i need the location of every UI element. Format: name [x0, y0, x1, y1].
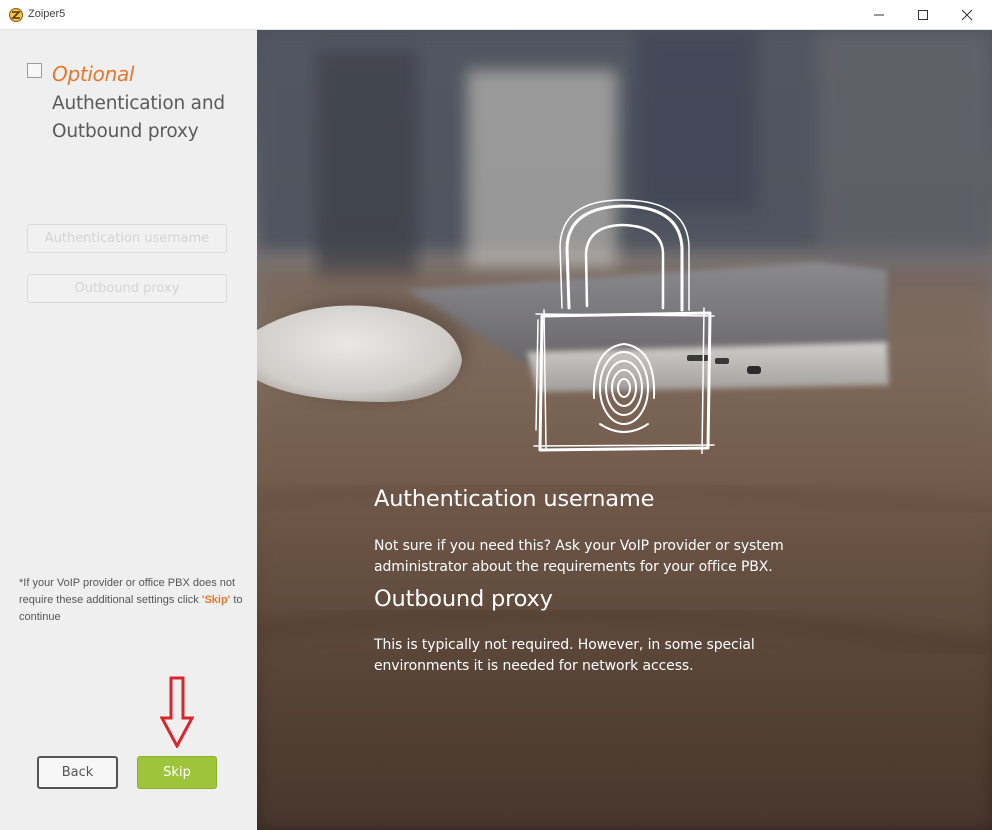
back-button[interactable]: Back: [37, 756, 118, 789]
minimize-icon: [874, 14, 884, 15]
skip-button[interactable]: Skip: [137, 756, 217, 789]
step-title: Authentication and Outbound proxy: [52, 93, 225, 142]
red-down-arrow-icon: [160, 676, 194, 748]
auth-username-description: Not sure if you need this? Ask your VoIP…: [374, 538, 784, 575]
skip-hint-text: *If your VoIP provider or office PBX doe…: [19, 575, 244, 626]
window-title: Zoiper5: [28, 8, 66, 20]
wizard-sidebar: Optional Authentication and Outbound pro…: [0, 30, 257, 830]
info-panel: Authentication username Not sure if you …: [257, 30, 992, 830]
close-button[interactable]: [944, 0, 990, 29]
minimize-button[interactable]: [856, 0, 902, 29]
outbound-proxy-input[interactable]: [27, 274, 227, 303]
window-titlebar: Zoiper5: [0, 0, 992, 30]
close-icon: [961, 9, 973, 20]
maximize-button[interactable]: [900, 0, 946, 29]
padlock-fingerprint-icon: [533, 199, 715, 454]
auth-username-title: Authentication username: [374, 486, 655, 512]
outbound-proxy-title: Outbound proxy: [374, 586, 553, 612]
outbound-proxy-description: This is typically not required. However,…: [374, 637, 755, 674]
auth-username-input[interactable]: [27, 224, 227, 253]
maximize-icon: [918, 9, 928, 20]
hint-skip-reference: 'Skip': [201, 594, 231, 606]
optional-checkbox[interactable]: [27, 63, 42, 78]
zoiper-logo-icon: [9, 8, 23, 22]
optional-label: Optional: [52, 62, 135, 86]
